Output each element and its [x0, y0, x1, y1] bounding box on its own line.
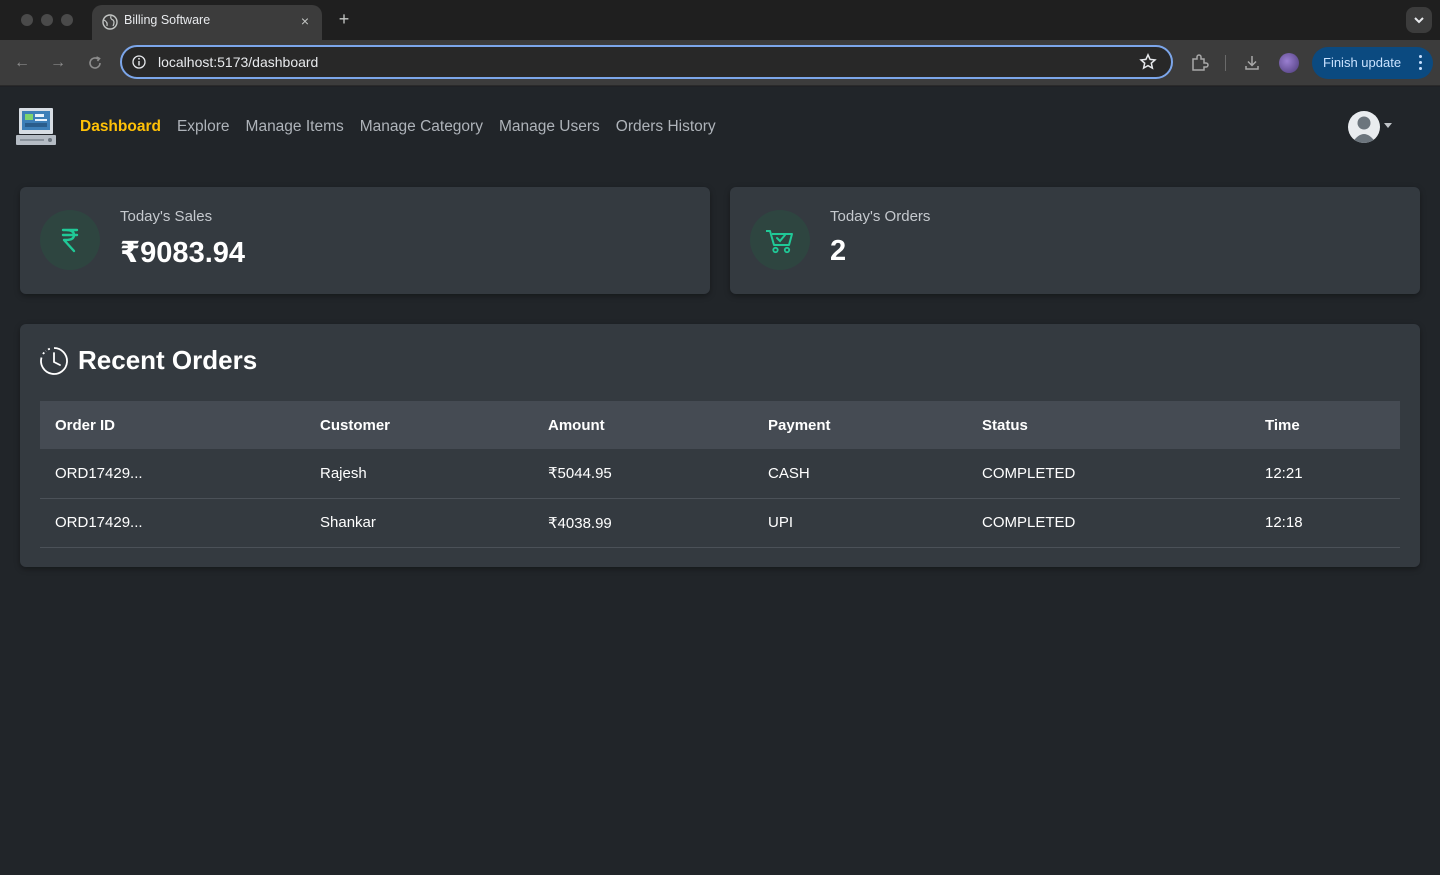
- sales-icon-circle: [40, 210, 100, 270]
- window-zoom-dot[interactable]: [61, 14, 73, 26]
- nav-link-orders-history[interactable]: Orders History: [616, 118, 716, 136]
- todays-sales-card: Today's Sales ₹9083.94: [20, 187, 710, 294]
- browser-tab[interactable]: Billing Software ×: [92, 5, 322, 40]
- tab-close-icon[interactable]: ×: [296, 12, 314, 30]
- table-header-row: Order ID Customer Amount Payment Status …: [40, 401, 1400, 449]
- rupee-icon: [61, 228, 79, 253]
- nav-link-manage-category[interactable]: Manage Category: [360, 118, 483, 136]
- cart-check-icon: [766, 230, 793, 254]
- user-silhouette-icon: [1352, 116, 1376, 143]
- extensions-puzzle-icon[interactable]: [1189, 53, 1209, 73]
- cell-status: COMPLETED: [967, 449, 1250, 499]
- column-header-amount[interactable]: Amount: [533, 401, 753, 449]
- user-menu-caret-icon[interactable]: [1384, 123, 1392, 128]
- finish-update-label: Finish update: [1323, 55, 1402, 70]
- browser-toolbar: ← → localhost:5173/dashboard Finish upda…: [0, 40, 1440, 86]
- tab-title: Billing Software: [124, 13, 211, 27]
- chevron-down-icon: [1414, 17, 1424, 24]
- cell-status: COMPLETED: [967, 498, 1250, 548]
- toolbar-separator: [1225, 55, 1226, 71]
- cell-order-id: ORD17429...: [40, 449, 305, 499]
- cell-amount: ₹4038.99: [533, 498, 753, 548]
- pos-terminal-logo-icon[interactable]: [16, 107, 56, 147]
- site-info-icon[interactable]: [132, 55, 146, 69]
- forward-arrow-icon[interactable]: →: [47, 52, 69, 74]
- window-minimize-dot[interactable]: [41, 14, 53, 26]
- orders-icon-circle: [750, 210, 810, 270]
- bookmark-star-icon[interactable]: [1139, 53, 1157, 71]
- cell-payment: UPI: [753, 498, 967, 548]
- kebab-menu-icon: [1419, 53, 1423, 73]
- globe-icon: [102, 14, 118, 30]
- browser-profile-avatar[interactable]: [1279, 53, 1299, 73]
- new-tab-button[interactable]: +: [334, 9, 354, 29]
- url-text[interactable]: localhost:5173/dashboard: [158, 54, 318, 70]
- cell-time: 12:18: [1250, 498, 1400, 548]
- download-icon[interactable]: [1242, 53, 1262, 73]
- todays-orders-card: Today's Orders 2: [730, 187, 1420, 294]
- finish-update-button[interactable]: Finish update: [1312, 47, 1433, 79]
- app-main: Dashboard Explore Manage Items Manage Ca…: [0, 87, 1440, 875]
- todays-orders-label: Today's Orders: [830, 208, 931, 225]
- back-arrow-icon[interactable]: ←: [11, 52, 33, 74]
- cell-amount: ₹5044.95: [533, 449, 753, 499]
- recent-orders-title: Recent Orders: [78, 345, 258, 375]
- column-header-payment[interactable]: Payment: [753, 401, 967, 449]
- nav-link-manage-items[interactable]: Manage Items: [246, 118, 344, 136]
- browser-tab-bar: Billing Software × +: [0, 0, 1440, 40]
- column-header-order-id[interactable]: Order ID: [40, 401, 305, 449]
- todays-sales-value: ₹9083.94: [120, 237, 246, 269]
- nav-link-dashboard[interactable]: Dashboard: [80, 118, 161, 136]
- todays-sales-label: Today's Sales: [120, 208, 213, 225]
- column-header-customer[interactable]: Customer: [305, 401, 533, 449]
- tab-search-button[interactable]: [1406, 7, 1432, 33]
- address-bar[interactable]: localhost:5173/dashboard: [120, 45, 1173, 79]
- column-header-status[interactable]: Status: [967, 401, 1250, 449]
- cell-customer: Shankar: [305, 498, 533, 548]
- user-avatar[interactable]: [1348, 111, 1380, 143]
- reload-icon[interactable]: [84, 52, 106, 74]
- window-close-dot[interactable]: [21, 14, 33, 26]
- todays-orders-value: 2: [830, 235, 847, 267]
- cell-time: 12:21: [1250, 449, 1400, 499]
- cell-customer: Rajesh: [305, 449, 533, 499]
- cell-payment: CASH: [753, 449, 967, 499]
- recent-orders-table: Order ID Customer Amount Payment Status …: [40, 401, 1400, 548]
- main-nav: Dashboard Explore Manage Items Manage Ca…: [80, 118, 716, 136]
- recent-orders-panel: Recent Orders Order ID Customer Amount P…: [20, 324, 1420, 567]
- cell-order-id: ORD17429...: [40, 498, 305, 548]
- column-header-time[interactable]: Time: [1250, 401, 1400, 449]
- clock-history-icon: [40, 347, 68, 375]
- table-row[interactable]: ORD17429... Shankar ₹4038.99 UPI COMPLET…: [40, 498, 1400, 548]
- nav-link-explore[interactable]: Explore: [177, 118, 230, 136]
- table-row[interactable]: ORD17429... Rajesh ₹5044.95 CASH COMPLET…: [40, 449, 1400, 499]
- nav-link-manage-users[interactable]: Manage Users: [499, 118, 600, 136]
